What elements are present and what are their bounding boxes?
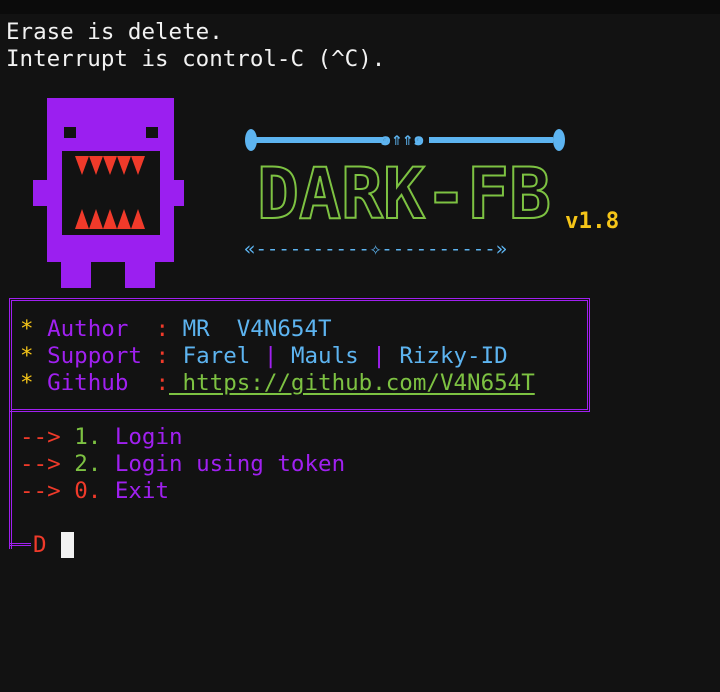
info-support-row: * Support : Farel | Mauls | Rizky-ID: [20, 343, 508, 369]
terminal-line-erase: Erase is delete.: [6, 19, 223, 45]
info-author-row: * Author : MR V4N654T: [20, 316, 332, 342]
status-bar-strip: [0, 0, 720, 14]
banner-title: DARK-FB: [256, 160, 552, 225]
ornament-symbol: ๑⇑⇑๑: [380, 129, 425, 150]
info-github-row: * Github : https://github.com/V4N654T: [20, 370, 535, 396]
support-value-1: Farel: [182, 343, 251, 369]
support-label: Support: [47, 343, 142, 369]
prompt-frame-corner: [9, 543, 31, 549]
support-value-3: Rizky-ID: [399, 343, 508, 369]
author-value: MR V4N654T: [182, 316, 332, 342]
banner-title-text: DARK-FB: [257, 160, 551, 225]
text-cursor[interactable]: [61, 532, 74, 558]
monster-logo: [33, 98, 184, 288]
prompt-label: D: [33, 532, 47, 558]
menu-frame-left: [9, 406, 20, 549]
menu-item-exit[interactable]: --> 0. Exit: [20, 478, 169, 505]
author-label: Author: [47, 316, 142, 342]
github-link[interactable]: https://github.com/V4N654T: [169, 370, 535, 396]
menu-item-login-token[interactable]: --> 2. Login using token: [20, 451, 345, 478]
support-value-2: Mauls: [290, 343, 359, 369]
version-label: v1.8: [565, 208, 620, 234]
bottom-ornament: «----------✧----------»: [244, 238, 508, 260]
menu-item-login[interactable]: --> 1. Login: [20, 424, 183, 451]
github-label: Github: [47, 370, 142, 396]
terminal-line-interrupt: Interrupt is control-C (^C).: [6, 46, 386, 72]
